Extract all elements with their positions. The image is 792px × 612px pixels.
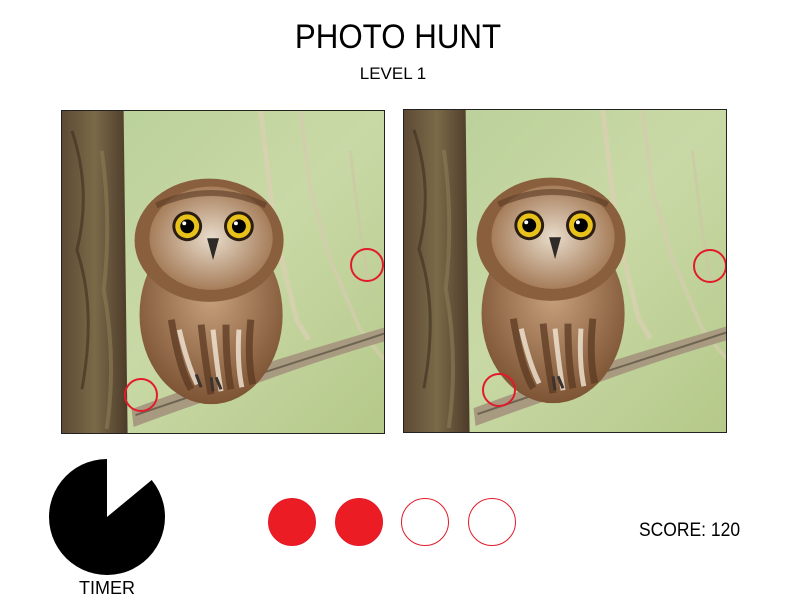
life-indicator-1	[268, 498, 316, 546]
game-title: PHOTO HUNT	[294, 18, 502, 56]
difference-marker-1	[350, 248, 384, 282]
score-display: SCORE: 120	[639, 520, 741, 541]
life-indicator-4	[468, 498, 516, 546]
modified-photo[interactable]	[403, 109, 727, 433]
life-indicator-2	[335, 498, 383, 546]
timer-label: TIMER	[79, 578, 135, 598]
original-photo[interactable]	[61, 110, 385, 434]
difference-marker-2	[482, 373, 516, 407]
difference-marker-2	[124, 378, 158, 412]
owl-photo-modified	[404, 110, 726, 432]
level-indicator: LEVEL 1	[359, 64, 427, 83]
life-indicator-3	[401, 498, 449, 546]
owl-photo-original	[62, 111, 384, 433]
difference-marker-1	[693, 249, 726, 283]
timer-pie-icon	[49, 459, 166, 575]
